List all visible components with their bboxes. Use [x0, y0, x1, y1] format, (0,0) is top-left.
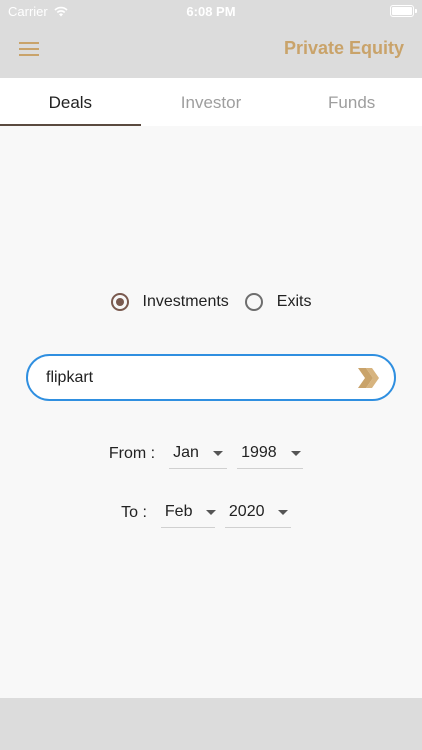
deals-panel: Investments Exits From : Jan 1998 To : F…	[0, 126, 422, 698]
to-month-dropdown[interactable]: Feb	[160, 503, 217, 528]
radio-exits[interactable]: Exits	[244, 293, 312, 311]
from-label: From :	[108, 445, 156, 462]
from-month-dropdown[interactable]: Jan	[169, 444, 228, 469]
caret-down-icon	[213, 450, 224, 456]
app-title: Private Equity	[283, 38, 404, 58]
to-year-dropdown[interactable]: 2020	[224, 503, 291, 528]
to-date-row: To : Feb 2020	[0, 503, 422, 528]
status-bar: Carrier 6:08 PM	[0, 0, 422, 22]
tab-deals[interactable]: Deals	[0, 78, 141, 126]
battery-icon	[390, 5, 417, 17]
to-month-value: Feb	[164, 503, 193, 520]
caret-down-icon	[290, 450, 301, 456]
radio-investments-indicator[interactable]	[110, 293, 129, 311]
bottom-bar	[0, 698, 422, 750]
from-year-value: 1998	[241, 444, 277, 461]
radio-exits-indicator[interactable]	[244, 293, 263, 311]
status-time: 6:08 PM	[186, 4, 236, 19]
to-label: To :	[121, 504, 147, 521]
tab-investor[interactable]: Investor	[141, 78, 282, 126]
radio-exits-label: Exits	[276, 293, 312, 310]
app-bar: Private Equity	[0, 22, 422, 78]
to-year-value: 2020	[228, 503, 265, 520]
deal-type-radio-group: Investments Exits	[0, 293, 422, 311]
tab-bar: Deals Investor Funds	[0, 78, 422, 126]
caret-down-icon	[278, 509, 289, 515]
radio-investments-label: Investments	[142, 293, 229, 310]
menu-icon[interactable]	[19, 42, 39, 56]
search-input[interactable]	[46, 366, 346, 390]
search-box	[26, 354, 396, 401]
go-chevron-icon[interactable]	[356, 366, 382, 390]
tab-funds[interactable]: Funds	[281, 78, 422, 126]
from-date-row: From : Jan 1998	[0, 444, 422, 469]
from-month-value: Jan	[173, 444, 199, 461]
from-year-dropdown[interactable]: 1998	[237, 444, 304, 469]
radio-investments[interactable]: Investments	[110, 293, 229, 311]
caret-down-icon	[206, 509, 217, 515]
